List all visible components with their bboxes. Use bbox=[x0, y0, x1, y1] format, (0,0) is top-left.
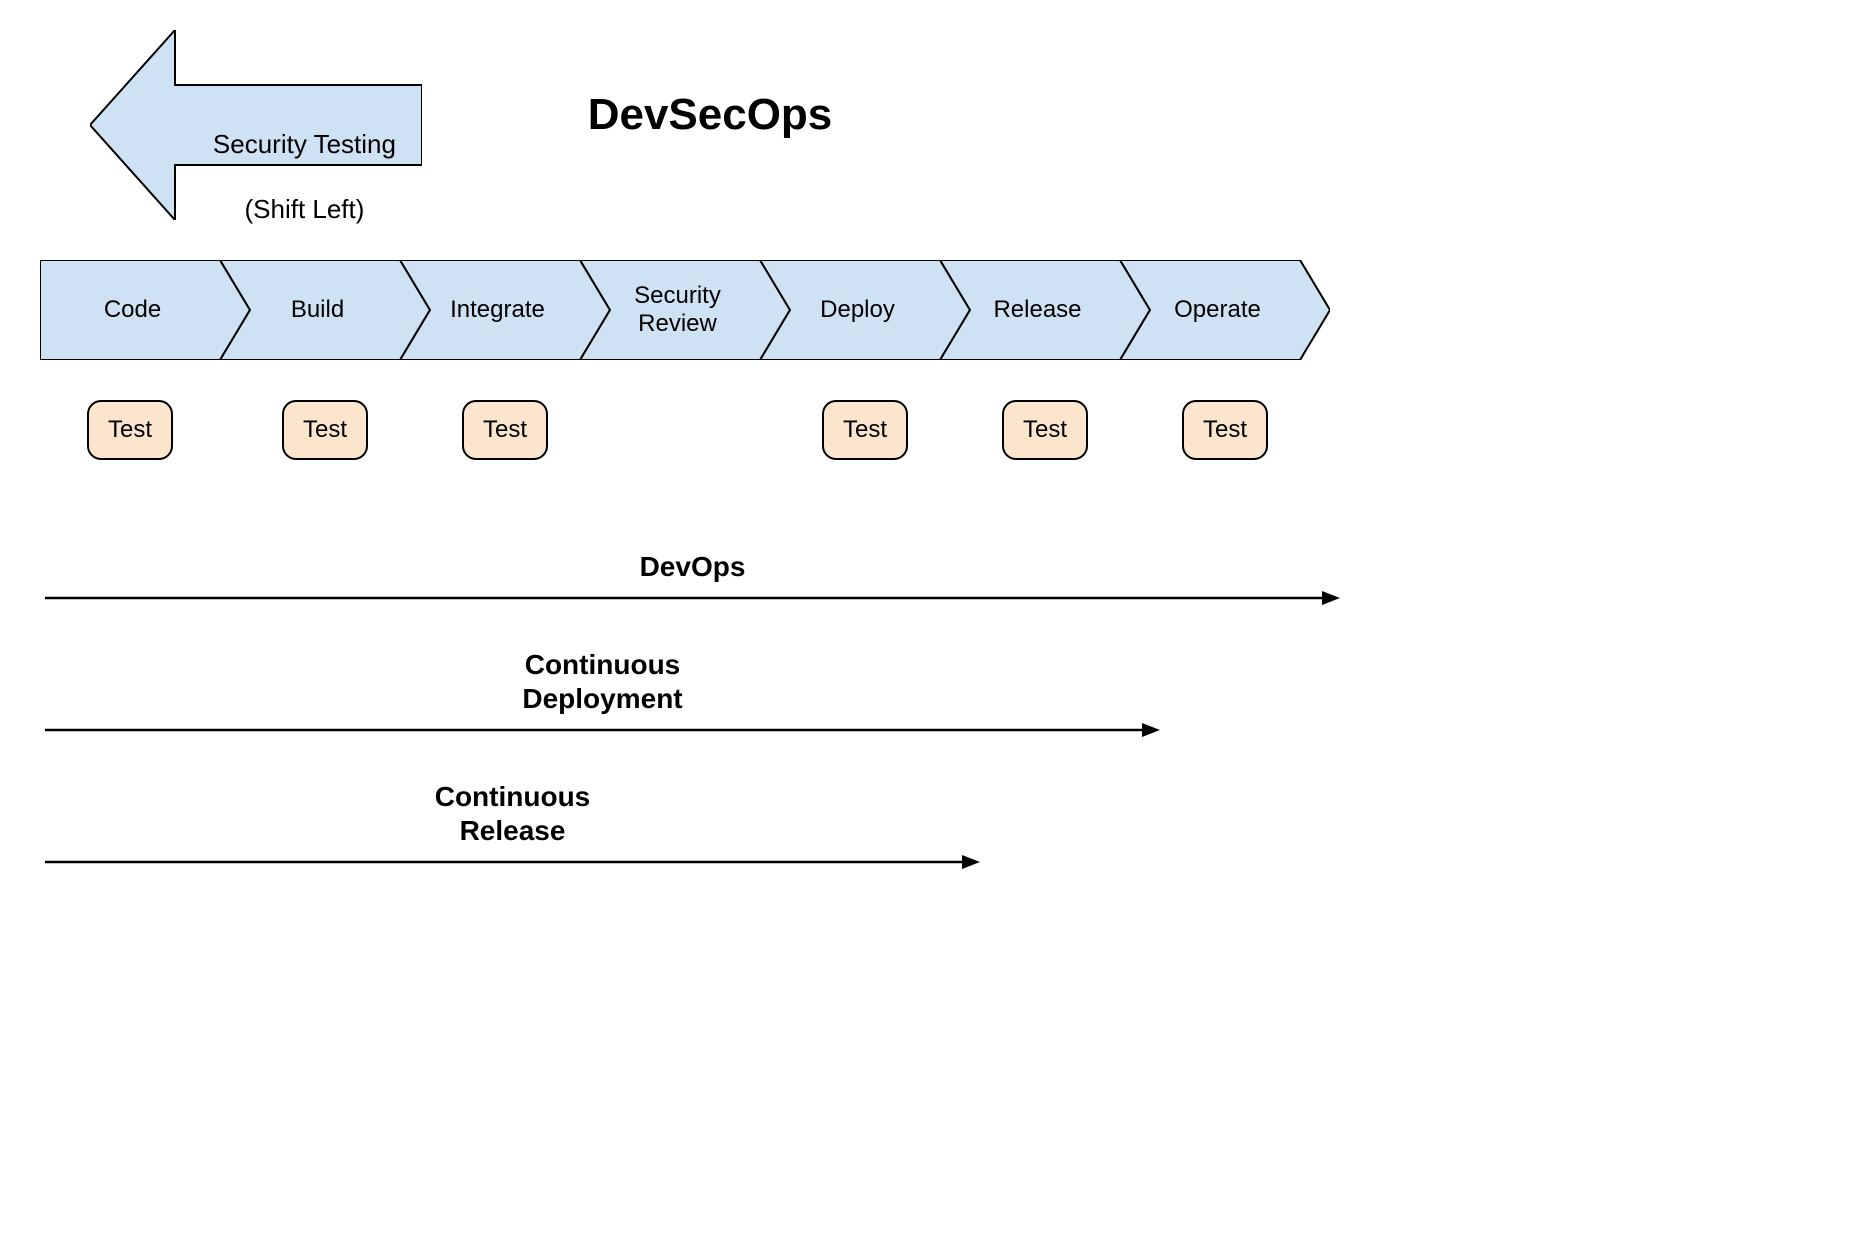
test-box: Test bbox=[282, 400, 368, 460]
test-box: Test bbox=[1182, 400, 1268, 460]
shift-left-arrow-label: Security Testing (Shift Left) bbox=[160, 95, 420, 258]
pipeline-stage-label: Integrate bbox=[400, 260, 610, 360]
pipeline-stage-label: Security Review bbox=[580, 260, 790, 360]
pipeline-row: CodeBuildIntegrateSecurity ReviewDeployR… bbox=[40, 260, 1300, 360]
diagram-title: DevSecOps bbox=[560, 90, 860, 140]
pipeline-stage-label: Build bbox=[220, 260, 430, 360]
pipeline-stage: Operate bbox=[1120, 260, 1330, 360]
flow-arrow-icon bbox=[45, 588, 1340, 608]
diagram-canvas: Security Testing (Shift Left) DevSecOps … bbox=[0, 0, 1874, 1258]
pipeline-stage-label: Deploy bbox=[760, 260, 970, 360]
flow-label: DevOps bbox=[45, 550, 1340, 584]
pipeline-stage: Code bbox=[40, 260, 250, 360]
test-box: Test bbox=[87, 400, 173, 460]
pipeline-stage: Deploy bbox=[760, 260, 970, 360]
flow-arrow-icon bbox=[45, 852, 980, 872]
pipeline-stage: Integrate bbox=[400, 260, 610, 360]
pipeline-stage: Security Review bbox=[580, 260, 790, 360]
test-box: Test bbox=[1002, 400, 1088, 460]
pipeline-stage-label: Operate bbox=[1120, 260, 1330, 360]
pipeline-stage: Release bbox=[940, 260, 1150, 360]
pipeline-stage: Build bbox=[220, 260, 430, 360]
shift-left-line2: (Shift Left) bbox=[244, 194, 364, 224]
pipeline-stage-label: Code bbox=[40, 260, 250, 360]
flow-label: Continuous Release bbox=[45, 780, 980, 847]
test-box: Test bbox=[462, 400, 548, 460]
flow-arrow-icon bbox=[45, 720, 1160, 740]
shift-left-line1: Security Testing bbox=[213, 129, 396, 159]
test-box: Test bbox=[822, 400, 908, 460]
flow-label: Continuous Deployment bbox=[45, 648, 1160, 715]
pipeline-stage-label: Release bbox=[940, 260, 1150, 360]
